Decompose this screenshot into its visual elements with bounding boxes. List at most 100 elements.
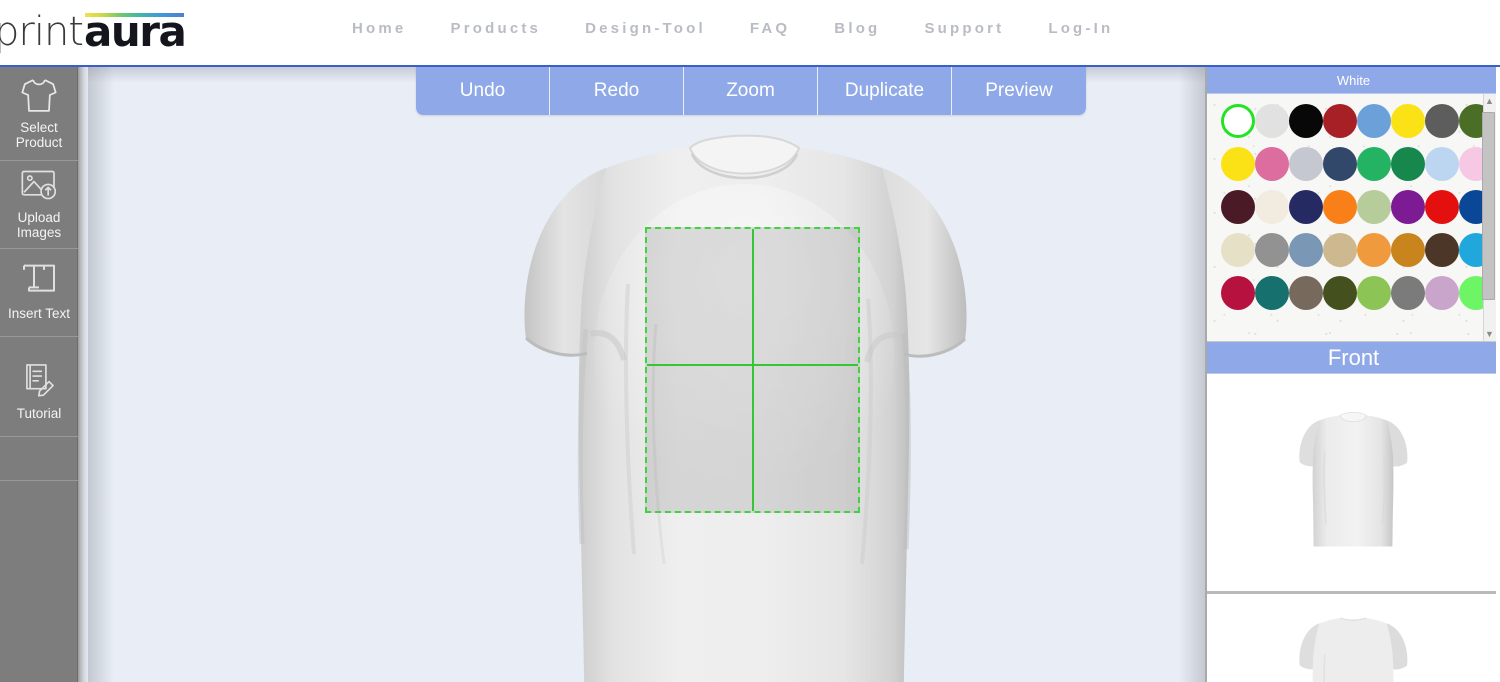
sidebar-item-insert-text[interactable]: Insert Text — [0, 249, 78, 337]
color-swatch-cell — [1323, 276, 1357, 310]
color-swatch[interactable] — [1221, 190, 1255, 224]
nav-log-in[interactable]: Log-In — [1048, 20, 1113, 37]
color-swatch-cell — [1357, 104, 1391, 138]
canvas-right-shade — [1179, 67, 1205, 682]
color-swatch-grid — [1207, 94, 1493, 310]
color-swatch-cell — [1289, 147, 1323, 181]
view-thumbnail-front[interactable] — [1207, 374, 1500, 594]
color-swatch[interactable] — [1255, 147, 1289, 181]
site-logo[interactable]: print aura — [0, 6, 187, 55]
color-swatch-row — [1221, 190, 1493, 224]
zoom-button[interactable]: Zoom — [684, 67, 818, 115]
color-swatch[interactable] — [1357, 276, 1391, 310]
color-swatch-cell — [1357, 147, 1391, 181]
color-swatch[interactable] — [1323, 104, 1357, 138]
print-area-vertical-guide — [751, 229, 754, 511]
color-swatch-panel[interactable]: ▲ ▼ — [1207, 94, 1500, 342]
color-swatch[interactable] — [1221, 147, 1255, 181]
color-swatch-cell — [1391, 233, 1425, 267]
view-thumbnail-back[interactable] — [1207, 594, 1500, 682]
color-swatch[interactable] — [1255, 104, 1289, 138]
nav-products[interactable]: Products — [450, 20, 541, 37]
logo-print-text: print — [0, 9, 84, 55]
color-swatch[interactable] — [1425, 190, 1459, 224]
sidebar-item-select-product[interactable]: Select Product — [0, 67, 78, 161]
tshirt-thumbnail-front-graphic — [1298, 411, 1407, 547]
color-swatch-row — [1221, 104, 1493, 138]
color-swatch-cell — [1289, 276, 1323, 310]
color-swatch[interactable] — [1357, 147, 1391, 181]
scroll-down-icon[interactable]: ▼ — [1484, 329, 1495, 340]
nav-support[interactable]: Support — [924, 20, 1004, 37]
color-swatch[interactable] — [1357, 104, 1391, 138]
color-swatch-cell — [1255, 233, 1289, 267]
text-box-icon — [19, 262, 59, 302]
image-upload-icon — [19, 167, 59, 206]
color-swatch-cell — [1425, 104, 1459, 138]
preview-button[interactable]: Preview — [952, 67, 1086, 115]
sidebar-item-tutorial[interactable]: Tutorial — [0, 348, 78, 437]
print-area-horizontal-guide — [647, 364, 858, 367]
color-swatch[interactable] — [1357, 190, 1391, 224]
color-swatch[interactable] — [1425, 233, 1459, 267]
color-swatch[interactable] — [1391, 233, 1425, 267]
color-swatch[interactable] — [1357, 233, 1391, 267]
sidebar-label-insert-text: Insert Text — [7, 306, 71, 321]
scroll-up-icon[interactable]: ▲ — [1484, 96, 1495, 107]
color-swatch[interactable] — [1289, 233, 1323, 267]
color-swatch[interactable] — [1255, 233, 1289, 267]
sidebar-item-upload-images[interactable]: Upload Images — [0, 161, 78, 249]
nav-faq[interactable]: FAQ — [750, 20, 790, 37]
color-swatch[interactable] — [1323, 276, 1357, 310]
logo-aura-wrap: aura — [84, 10, 187, 54]
sidebar-label-upload-images: Upload Images — [17, 210, 61, 240]
color-swatch[interactable] — [1425, 276, 1459, 310]
nav-home[interactable]: Home — [352, 20, 406, 37]
color-swatch[interactable] — [1221, 233, 1255, 267]
color-swatch[interactable] — [1289, 147, 1323, 181]
label-line-2: Images — [16, 225, 62, 240]
color-swatch-row — [1221, 276, 1493, 310]
color-swatch-cell — [1425, 233, 1459, 267]
right-panel: White ▲ ▼ Front — [1205, 67, 1500, 682]
color-swatch[interactable] — [1289, 190, 1323, 224]
color-swatch[interactable] — [1425, 104, 1459, 138]
color-swatch[interactable] — [1323, 147, 1357, 181]
color-swatch-cell — [1323, 147, 1357, 181]
color-swatch[interactable] — [1391, 276, 1425, 310]
scrollbar-thumb[interactable] — [1482, 112, 1495, 300]
color-swatch[interactable] — [1323, 233, 1357, 267]
label-line-1: Select — [20, 119, 58, 135]
color-swatch-row — [1221, 233, 1493, 267]
color-swatch-cell — [1221, 233, 1255, 267]
canvas-left-shade — [88, 67, 114, 682]
color-swatch-cell — [1221, 276, 1255, 310]
editor-toolbar: Undo Redo Zoom Duplicate Preview — [416, 67, 1086, 115]
color-swatch-cell — [1425, 190, 1459, 224]
color-swatch-cell — [1357, 233, 1391, 267]
color-swatch[interactable] — [1425, 147, 1459, 181]
color-swatch[interactable] — [1391, 147, 1425, 181]
design-canvas[interactable]: Undo Redo Zoom Duplicate Preview — [88, 67, 1205, 682]
duplicate-button[interactable]: Duplicate — [818, 67, 952, 115]
color-swatch[interactable] — [1221, 276, 1255, 310]
color-swatch-cell — [1221, 104, 1255, 138]
color-swatch[interactable] — [1221, 104, 1255, 138]
color-swatch[interactable] — [1289, 104, 1323, 138]
color-swatch[interactable] — [1391, 190, 1425, 224]
color-swatch[interactable] — [1255, 190, 1289, 224]
color-swatch[interactable] — [1289, 276, 1323, 310]
color-swatch[interactable] — [1323, 190, 1357, 224]
nav-design-tool[interactable]: Design-Tool — [585, 20, 706, 37]
color-swatch[interactable] — [1255, 276, 1289, 310]
undo-button[interactable]: Undo — [416, 67, 550, 115]
document-pencil-icon — [19, 362, 59, 402]
nav-blog[interactable]: Blog — [834, 20, 880, 37]
color-swatch-cell — [1425, 147, 1459, 181]
main-navigation: Home Products Design-Tool FAQ Blog Suppo… — [352, 20, 1113, 37]
design-tool-page: print aura Home Products Design-Tool FAQ… — [0, 0, 1500, 682]
redo-button[interactable]: Redo — [550, 67, 684, 115]
color-swatch-cell — [1221, 147, 1255, 181]
print-area-guide[interactable] — [645, 227, 860, 513]
color-swatch[interactable] — [1391, 104, 1425, 138]
